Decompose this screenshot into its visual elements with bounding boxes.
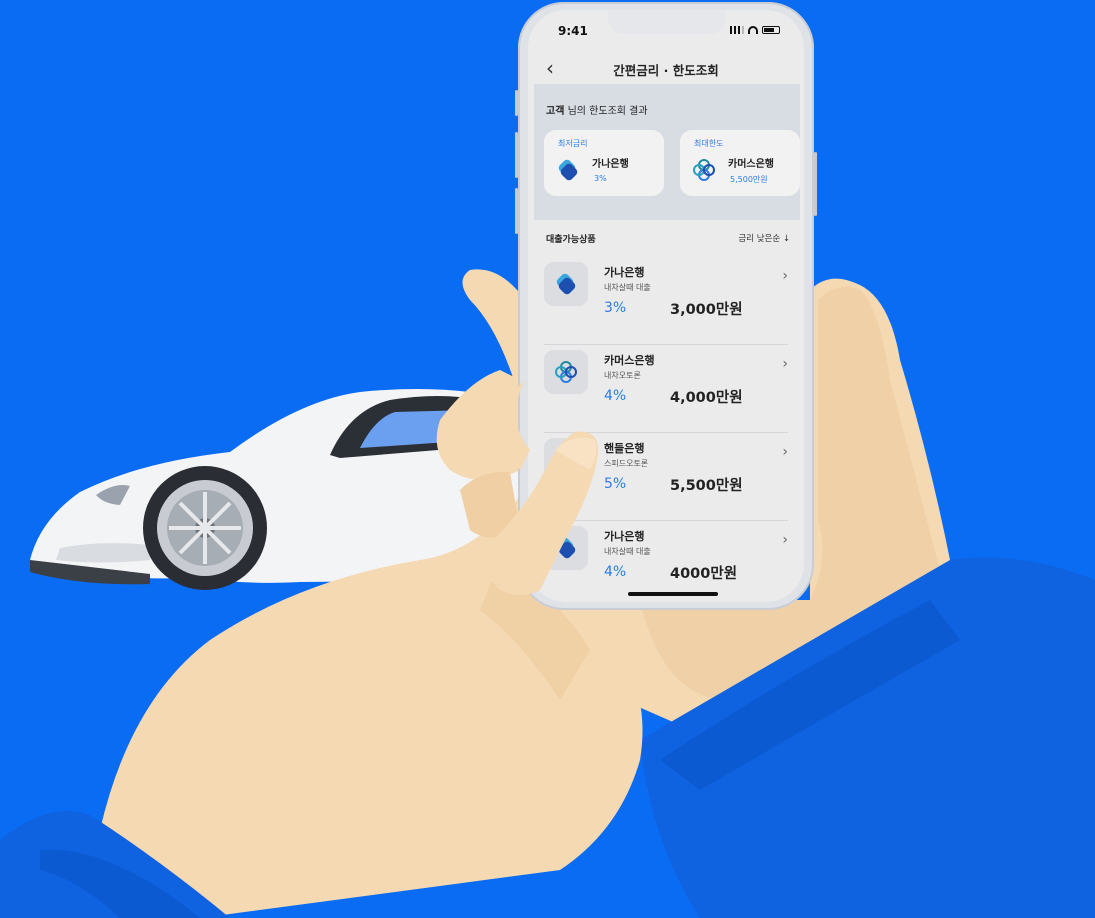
bank-name: 가나은행 (604, 266, 645, 279)
status-icons (730, 26, 780, 34)
customer-name: 고객 (546, 106, 565, 117)
sort-dropdown[interactable]: 금리 낮은순 ↓ (738, 232, 790, 244)
bank-logo-rings-icon (693, 159, 715, 181)
phone-power-button (814, 152, 817, 216)
signal-icon (730, 26, 744, 34)
battery-icon (762, 26, 780, 34)
interest-rate: 4% (604, 388, 627, 404)
product-name: 스피드오토론 (604, 459, 649, 468)
page-title: 간편금리 · 한도조회 (613, 63, 719, 78)
card-value: 5,500만원 (730, 175, 768, 184)
bank-name: 핸들은행 (604, 442, 645, 455)
interest-rate: 4% (604, 564, 627, 580)
product-name: 내차오토론 (604, 371, 641, 380)
card-label: 최대한도 (694, 139, 724, 148)
bank-logo-blue-icon (556, 537, 576, 559)
card-bank-name: 가나은행 (592, 159, 629, 170)
list-item[interactable]: 가나은행 내차살때 대출 3% 3,000만원 › (544, 256, 788, 345)
loan-amount: 5,500만원 (670, 478, 743, 494)
phone-notch (608, 10, 726, 34)
bank-name: 카머스은행 (604, 354, 655, 367)
bank-logo-rings-icon (555, 361, 577, 383)
phone-volume-up-button (515, 132, 518, 178)
chevron-right-icon: › (782, 444, 788, 460)
result-title: 고객 님의 한도조회 결과 (546, 102, 648, 117)
interest-rate: 5% (604, 476, 627, 492)
bank-logo-blue-icon (556, 449, 576, 471)
interest-rate: 3% (604, 300, 627, 316)
bank-name: 가나은행 (604, 530, 645, 543)
bank-logo (544, 350, 588, 394)
loan-amount: 4000만원 (670, 566, 738, 582)
lowest-rate-card[interactable]: 최저금리 가나은행 3% (544, 130, 664, 196)
card-value: 3% (594, 174, 607, 183)
wifi-icon (748, 26, 758, 34)
product-list-title: 대출가능상품 (546, 235, 596, 245)
list-item[interactable]: 가나은행 내차살때 대출 4% 4000만원 › (544, 520, 788, 602)
list-item[interactable]: 카머스은행 내차오토론 4% 4,000만원 › (544, 344, 788, 433)
loan-amount: 3,000만원 (670, 302, 743, 318)
result-title-suffix: 님의 한도조회 결과 (564, 106, 648, 117)
loan-amount: 4,000만원 (670, 390, 743, 406)
bank-logo (544, 262, 588, 306)
bank-logo (544, 438, 588, 482)
product-name: 내차살때 대출 (604, 283, 651, 292)
chevron-right-icon: › (782, 532, 788, 548)
limit-result-section: 고객 님의 한도조회 결과 최저금리 가나은행 3% 최대한도 카머스은행 5,… (534, 84, 800, 220)
list-item[interactable]: 핸들은행 스피드오토론 5% 5,500만원 › (544, 432, 788, 521)
bank-logo-blue-icon (556, 273, 576, 295)
bank-logo (544, 526, 588, 570)
card-label: 최저금리 (558, 139, 588, 148)
navigation-bar: ‹ 간편금리 · 한도조회 (528, 54, 804, 84)
phone-side-button (515, 90, 518, 116)
chevron-right-icon: › (782, 268, 788, 284)
phone-volume-down-button (515, 188, 518, 234)
phone-screen: 9:41 ‹ 간편금리 · 한도조회 고객 님의 한도조회 결과 최저금리 가나… (528, 10, 804, 602)
status-time: 9:41 (558, 24, 588, 38)
phone-device: 9:41 ‹ 간편금리 · 한도조회 고객 님의 한도조회 결과 최저금리 가나… (515, 2, 817, 610)
chevron-right-icon: › (782, 356, 788, 372)
bank-logo-blue-icon (558, 159, 578, 181)
max-limit-card[interactable]: 최대한도 카머스은행 5,500만원 (680, 130, 800, 196)
home-indicator[interactable] (628, 592, 718, 596)
product-name: 내차살때 대출 (604, 547, 651, 556)
card-bank-name: 카머스은행 (728, 159, 774, 170)
